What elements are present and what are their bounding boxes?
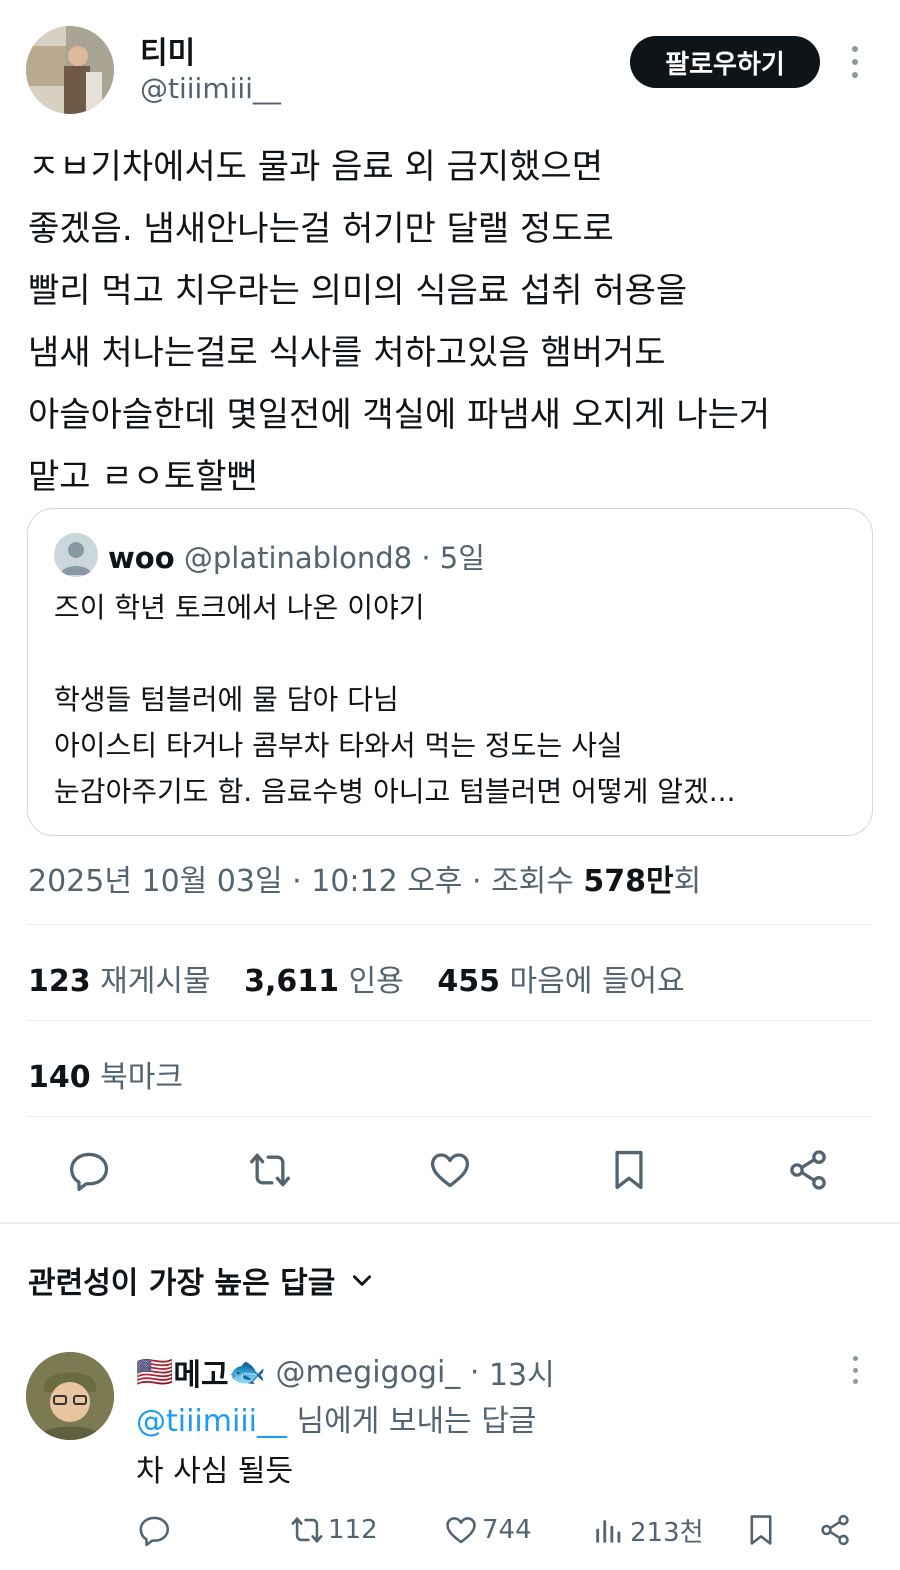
tweet-line: ㅈㅂ기차에서도 물과 음료 외 금지했으면 <box>28 147 603 187</box>
reply-author-handle[interactable]: @megigogi_ <box>275 1355 460 1390</box>
tweet-line: 빨리 먹고 치우라는 의미의 식음료 섭취 허용을 <box>28 271 688 311</box>
quote-author-name[interactable]: woo <box>108 541 175 575</box>
reply-separator: · <box>469 1354 480 1390</box>
quote-age: 5일 <box>439 541 485 575</box>
reply-header: 🇺🇸 메고 🐟 @megigogi_ · 13시 <box>136 1350 555 1394</box>
timestamp-separator: · <box>292 864 302 899</box>
reposts-count: 123 <box>28 964 91 999</box>
tweet-timestamp: 2025년 10월 03일 · 10:12 오후 · 조회수 578만회 <box>28 856 701 900</box>
quote-line: 눈감아주기도 함. 음료수병 아니고 텀블러면 어떻게 알겠... <box>54 775 736 808</box>
bookmarks-label: 북마크 <box>100 1060 183 1095</box>
divider <box>27 924 873 925</box>
flag-icon: 🇺🇸 <box>136 1354 174 1390</box>
reply-retweet-button[interactable]: 112 <box>290 1512 378 1548</box>
author-display-name[interactable]: 티미 <box>140 28 195 72</box>
reply-sort-label: 관련성이 가장 높은 답글 <box>28 1266 336 1301</box>
quote-header: woo @platinablond8 · 5일 <box>108 535 485 577</box>
likes-label: 마음에 들어요 <box>509 964 685 999</box>
reply-author-name[interactable]: 메고 <box>173 1350 228 1394</box>
quote-line: 학생들 텀블러에 물 담아 다님 <box>54 683 399 716</box>
reply-text: 차 사심 될듯 <box>136 1454 294 1489</box>
quotes-label: 인용 <box>348 964 404 999</box>
reply-icon <box>139 1516 170 1547</box>
tweet-line: 아슬아슬한데 몇일전에 객실에 파냄새 오지게 나는거 <box>28 395 771 435</box>
follow-button[interactable]: 팔로우하기 <box>630 36 820 88</box>
retweet-icon <box>291 1517 323 1543</box>
reply-views-button[interactable]: 213천 <box>592 1512 704 1548</box>
author-avatar[interactable] <box>26 26 114 114</box>
bookmarks-stat[interactable]: 140 북마크 <box>28 1052 183 1096</box>
tweet-line: 맡고 ㄹㅇ토할뻔 <box>28 457 258 497</box>
likes-count: 455 <box>437 964 500 999</box>
reply-bookmark-button[interactable] <box>744 1512 782 1548</box>
tweet-line: 냄새 처나는걸로 식사를 처하고있음 햄버거도 <box>28 333 666 373</box>
replying-to-mention[interactable]: @tiiimiii__ <box>136 1404 287 1439</box>
tweet-line: 좋겠음. 냄새안나는걸 허기만 달랠 정도로 <box>28 209 614 249</box>
reply-age[interactable]: 13시 <box>489 1350 555 1394</box>
reply-icon[interactable] <box>68 1148 112 1192</box>
divider <box>27 1116 873 1117</box>
more-icon[interactable] <box>846 46 864 78</box>
author-handle[interactable]: @tiiimiii__ <box>140 72 281 105</box>
quoted-tweet[interactable]: woo @platinablond8 · 5일 즈이 학년 토크에서 나온 이야… <box>27 508 873 836</box>
reply-retweet-count: 112 <box>328 1515 378 1545</box>
bookmark-icon <box>750 1515 772 1545</box>
quotes-stat[interactable]: 3,611 인용 <box>244 964 404 999</box>
share-icon <box>821 1514 849 1546</box>
tweet-text: ㅈㅂ기차에서도 물과 음료 외 금지했으면 좋겠음. 냄새안나는걸 허기만 달랠… <box>28 136 878 508</box>
quote-line: 아이스티 타거나 콤부차 타와서 먹는 정도는 사실 <box>54 729 623 762</box>
quote-text: 즈이 학년 토크에서 나온 이야기 학생들 텀블러에 물 담아 다님 아이스티 … <box>54 585 854 815</box>
reposts-stat[interactable]: 123 재게시물 <box>28 964 211 999</box>
reply-like-button[interactable]: 744 <box>444 1512 532 1548</box>
reply-more-icon[interactable] <box>846 1356 864 1384</box>
reply-avatar[interactable] <box>26 1352 114 1440</box>
reply-reply-button[interactable] <box>138 1512 176 1548</box>
quote-separator: · <box>421 541 431 575</box>
divider <box>27 1020 873 1021</box>
likes-stat[interactable]: 455 마음에 들어요 <box>437 964 684 999</box>
bookmark-icon[interactable] <box>607 1148 651 1192</box>
section-divider <box>0 1222 900 1224</box>
bookmarks-count: 140 <box>28 1060 91 1095</box>
chevron-down-icon <box>353 1275 372 1286</box>
quote-author-handle[interactable]: @platinablond8 <box>184 541 412 575</box>
quote-line: 즈이 학년 토크에서 나온 이야기 <box>54 591 425 624</box>
reply-like-count: 744 <box>482 1515 532 1545</box>
retweet-icon[interactable] <box>248 1148 292 1192</box>
reply-views-count: 213천 <box>630 1517 704 1548</box>
reply-sort-selector[interactable]: 관련성이 가장 높은 답글 <box>28 1258 375 1302</box>
views-icon <box>596 1520 621 1543</box>
engagement-stats: 123 재게시물 3,611 인용 455 마음에 들어요 <box>28 956 709 1000</box>
timestamp-separator: · <box>471 864 482 899</box>
reposts-label: 재게시물 <box>100 964 211 999</box>
share-icon[interactable] <box>786 1148 830 1192</box>
replying-to-suffix: 님에게 보내는 답글 <box>287 1404 537 1439</box>
quote-line <box>54 631 854 677</box>
views-label: 조회수 <box>491 864 574 899</box>
quote-avatar[interactable] <box>54 533 98 577</box>
like-icon <box>446 1517 476 1544</box>
like-icon[interactable] <box>428 1148 472 1192</box>
tweet-date[interactable]: 2025년 10월 03일 <box>28 864 283 899</box>
views-value: 578만 <box>583 864 674 899</box>
fish-icon: 🐟 <box>228 1354 266 1390</box>
replying-to: @tiiimiii__ 님에게 보내는 답글 <box>136 1396 536 1440</box>
views-suffix: 회 <box>673 864 702 899</box>
reply-share-button[interactable] <box>818 1512 856 1548</box>
tweet-time[interactable]: 10:12 오후 <box>311 864 462 899</box>
quotes-count: 3,611 <box>244 964 340 999</box>
